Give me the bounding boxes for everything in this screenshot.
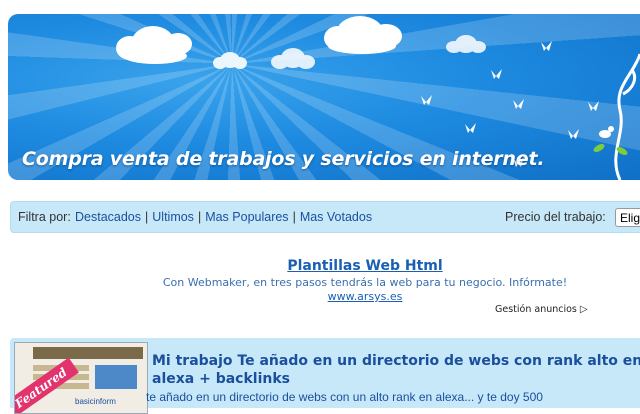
- text-ad: Plantillas Web Html Con Webmaker, en tre…: [120, 258, 610, 303]
- ad-title-link[interactable]: Plantillas Web Html: [120, 258, 610, 274]
- thumb-image: [95, 365, 137, 389]
- cloud-icon: [213, 52, 247, 69]
- separator: |: [145, 210, 149, 224]
- price-select[interactable]: Elig: [615, 208, 640, 227]
- ad-manage-label: Gestión anuncios: [495, 304, 577, 315]
- bird-icon: [599, 126, 614, 138]
- leaf-icon: [593, 144, 628, 155]
- cloud-icon: [116, 26, 192, 64]
- filter-link-ultimos[interactable]: Ultimos: [152, 210, 194, 224]
- thumb-header: [33, 347, 143, 359]
- thumb-brand: basicinform: [75, 397, 116, 406]
- separator: |: [292, 210, 296, 224]
- ad-description: Con Webmaker, en tres pasos tendrás la w…: [162, 276, 568, 289]
- cloud-icon: [324, 16, 402, 54]
- filter-link-mas-votados[interactable]: Mas Votados: [300, 210, 372, 224]
- listing-title[interactable]: Mi trabajo Te añado en un directorio de …: [152, 352, 640, 388]
- separator: |: [197, 210, 202, 224]
- cloud-icon: [271, 48, 315, 69]
- price-label: Precio del trabajo:: [505, 210, 606, 224]
- listing-thumbnail[interactable]: Featured basicinform: [14, 342, 148, 414]
- filter-label: Filtra por:: [18, 210, 71, 224]
- filter-bar: Filtra por: Destacados | Ultimos | Mas Popul…: [10, 201, 640, 233]
- listing-description: te añado en un directorio de webs con un…: [146, 390, 543, 404]
- filter-link-mas-populares[interactable]: Mas Populares: [205, 210, 288, 224]
- header-banner: Compra venta de trabajos y servicios en …: [8, 14, 640, 180]
- filter-link-destacados[interactable]: Destacados: [75, 210, 141, 224]
- banner-tagline: Compra venta de trabajos y servicios en …: [22, 148, 545, 170]
- ad-manage-link[interactable]: Gestión anuncios ▷: [495, 304, 588, 315]
- filter-links: Destacados | Ultimos | Mas Populares | Mas Vot…: [75, 210, 372, 224]
- play-icon: ▷: [579, 304, 588, 315]
- swirl-tree-icon: [614, 53, 640, 180]
- cloud-icon: [446, 35, 486, 53]
- ad-url-link[interactable]: www.arsys.es: [120, 290, 610, 303]
